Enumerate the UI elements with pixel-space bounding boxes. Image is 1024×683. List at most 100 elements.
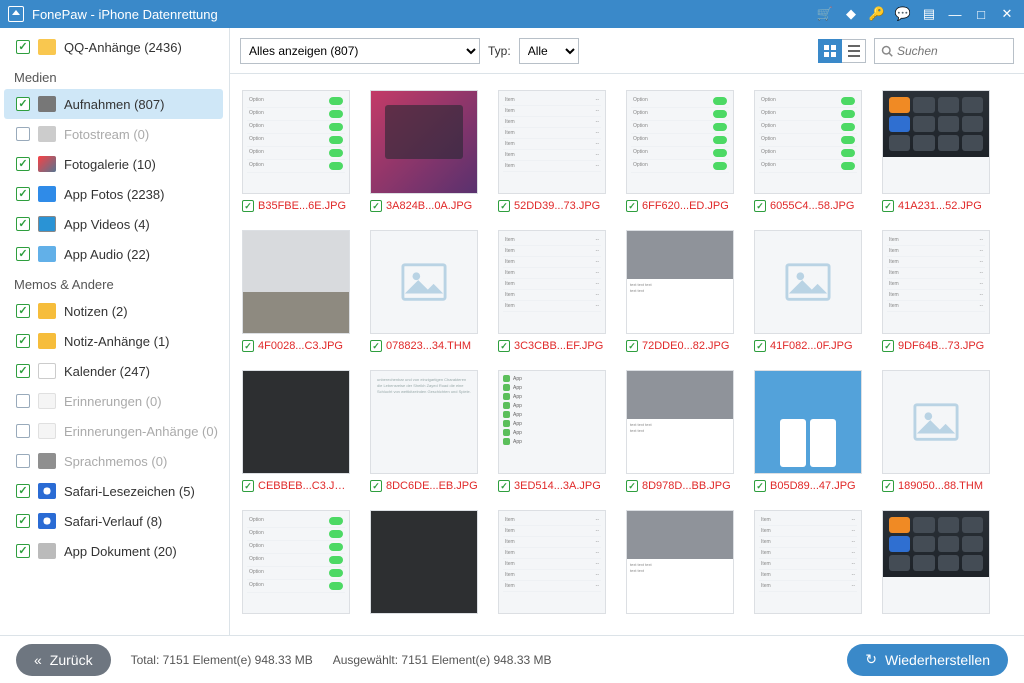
checkbox-icon[interactable]: [882, 200, 894, 212]
search-box[interactable]: [874, 38, 1014, 64]
thumbnail[interactable]: Item--Item--Item--Item--Item--Item--Item…: [498, 230, 606, 334]
checkbox-icon[interactable]: [16, 394, 30, 408]
sidebar-item-qq-attachments[interactable]: QQ-Anhänge (2436): [4, 32, 229, 62]
checkbox-icon[interactable]: [16, 187, 30, 201]
sidebar-item[interactable]: App Fotos (2238): [4, 179, 229, 209]
thumbnail-cell[interactable]: 41A231...52.JPG: [882, 90, 990, 212]
maximize-icon[interactable]: □: [972, 6, 990, 22]
checkbox-icon[interactable]: [16, 484, 30, 498]
sidebar-item[interactable]: App Videos (4): [4, 209, 229, 239]
thumbnail-cell[interactable]: unberechenbar und von einzigartigen Char…: [370, 370, 478, 492]
checkbox-icon[interactable]: [626, 200, 638, 212]
checkbox-icon[interactable]: [16, 544, 30, 558]
thumbnail[interactable]: unberechenbar und von einzigartigen Char…: [370, 370, 478, 474]
sidebar-item[interactable]: Kalender (247): [4, 356, 229, 386]
thumbnail[interactable]: Item--Item--Item--Item--Item--Item--Item…: [498, 90, 606, 194]
type-select[interactable]: Alle: [519, 38, 579, 64]
checkbox-icon[interactable]: [16, 247, 30, 261]
checkbox-icon[interactable]: [16, 127, 30, 141]
thumbnail[interactable]: OptionOptionOptionOptionOptionOption: [754, 90, 862, 194]
thumbnail[interactable]: [882, 510, 990, 614]
checkbox-icon[interactable]: [882, 340, 894, 352]
sidebar-item[interactable]: App Audio (22): [4, 239, 229, 269]
thumbnail[interactable]: Item--Item--Item--Item--Item--Item--Item…: [882, 230, 990, 334]
thumbnail[interactable]: AppAppAppAppAppAppAppApp: [498, 370, 606, 474]
sidebar-item[interactable]: Fotogalerie (10): [4, 149, 229, 179]
sidebar-item[interactable]: Safari-Lesezeichen (5): [4, 476, 229, 506]
close-icon[interactable]: ✕: [998, 6, 1016, 22]
checkbox-icon[interactable]: [370, 480, 382, 492]
thumbnail-cell[interactable]: 078823...34.THM: [370, 230, 478, 352]
diamond-icon[interactable]: ◆: [842, 6, 860, 22]
sidebar-item[interactable]: Erinnerungen-Anhänge (0): [4, 416, 229, 446]
thumbnail[interactable]: OptionOptionOptionOptionOptionOption: [242, 90, 350, 194]
checkbox-icon[interactable]: [16, 157, 30, 171]
checkbox-icon[interactable]: [16, 40, 30, 54]
filter-select[interactable]: Alles anzeigen (807): [240, 38, 480, 64]
checkbox-icon[interactable]: [754, 200, 766, 212]
thumbnail[interactable]: [242, 230, 350, 334]
thumbnail[interactable]: [882, 90, 990, 194]
checkbox-icon[interactable]: [242, 340, 254, 352]
checkbox-icon[interactable]: [16, 217, 30, 231]
checkbox-icon[interactable]: [16, 424, 30, 438]
sidebar-item[interactable]: Fotostream (0): [4, 119, 229, 149]
checkbox-icon[interactable]: [754, 340, 766, 352]
recover-button[interactable]: ↻ Wiederherstellen: [847, 644, 1008, 676]
checkbox-icon[interactable]: [16, 334, 30, 348]
checkbox-icon[interactable]: [16, 304, 30, 318]
thumbnail-cell[interactable]: Item--Item--Item--Item--Item--Item--Item…: [754, 510, 862, 614]
grid-view-icon[interactable]: [818, 39, 842, 63]
checkbox-icon[interactable]: [754, 480, 766, 492]
checkbox-icon[interactable]: [498, 340, 510, 352]
thumbnail[interactable]: [370, 510, 478, 614]
thumbnail-cell[interactable]: Item--Item--Item--Item--Item--Item--Item…: [498, 510, 606, 614]
thumbnail-cell[interactable]: 4F0028...C3.JPG: [242, 230, 350, 352]
checkbox-icon[interactable]: [626, 340, 638, 352]
thumbnail[interactable]: OptionOptionOptionOptionOptionOption: [242, 510, 350, 614]
key-icon[interactable]: 🔑: [868, 6, 886, 22]
sidebar-item[interactable]: Erinnerungen (0): [4, 386, 229, 416]
thumbnail-cell[interactable]: [882, 510, 990, 614]
thumbnail-cell[interactable]: 189050...88.THM: [882, 370, 990, 492]
checkbox-icon[interactable]: [498, 200, 510, 212]
thumbnail[interactable]: [370, 90, 478, 194]
thumbnail[interactable]: text text texttext text: [626, 370, 734, 474]
checkbox-icon[interactable]: [16, 364, 30, 378]
minimize-icon[interactable]: —: [946, 6, 964, 22]
feedback-icon[interactable]: 💬: [894, 6, 912, 22]
thumbnail-cell[interactable]: text text texttext text 8D978D...BB.JPG: [626, 370, 734, 492]
thumbnail-cell[interactable]: Item--Item--Item--Item--Item--Item--Item…: [498, 90, 606, 212]
thumbnail[interactable]: OptionOptionOptionOptionOptionOption: [626, 90, 734, 194]
thumbnail-cell[interactable]: B05D89...47.JPG: [754, 370, 862, 492]
thumbnail[interactable]: [370, 230, 478, 334]
thumbnail[interactable]: [242, 370, 350, 474]
menu-icon[interactable]: ▤: [920, 6, 938, 22]
thumbnail[interactable]: Item--Item--Item--Item--Item--Item--Item…: [754, 510, 862, 614]
thumbnail-cell[interactable]: 41F082...0F.JPG: [754, 230, 862, 352]
sidebar-item[interactable]: Aufnahmen (807): [4, 89, 223, 119]
sidebar-item[interactable]: Safari-Verlauf (8): [4, 506, 229, 536]
thumbnail[interactable]: [754, 370, 862, 474]
sidebar-item[interactable]: Notiz-Anhänge (1): [4, 326, 229, 356]
thumbnail-cell[interactable]: text text texttext text 72DDE0...82.JPG: [626, 230, 734, 352]
sidebar-item[interactable]: Sprachmemos (0): [4, 446, 229, 476]
thumbnail-cell[interactable]: 3A824B...0A.JPG: [370, 90, 478, 212]
cart-icon[interactable]: 🛒: [816, 6, 834, 22]
sidebar-item[interactable]: Notizen (2): [4, 296, 229, 326]
thumbnail-cell[interactable]: Item--Item--Item--Item--Item--Item--Item…: [498, 230, 606, 352]
checkbox-icon[interactable]: [16, 97, 30, 111]
thumbnail-cell[interactable]: Item--Item--Item--Item--Item--Item--Item…: [882, 230, 990, 352]
checkbox-icon[interactable]: [16, 514, 30, 528]
thumbnail-cell[interactable]: OptionOptionOptionOptionOptionOption B35…: [242, 90, 350, 212]
checkbox-icon[interactable]: [370, 340, 382, 352]
thumbnail[interactable]: text text texttext text: [626, 510, 734, 614]
checkbox-icon[interactable]: [626, 480, 638, 492]
checkbox-icon[interactable]: [16, 454, 30, 468]
sidebar-item[interactable]: App Dokument (20): [4, 536, 229, 566]
thumbnail[interactable]: text text texttext text: [626, 230, 734, 334]
thumbnail-cell[interactable]: OptionOptionOptionOptionOptionOption: [242, 510, 350, 614]
thumbnail[interactable]: [754, 230, 862, 334]
checkbox-icon[interactable]: [498, 480, 510, 492]
thumbnail-cell[interactable]: CEBBEB...C3.JPG: [242, 370, 350, 492]
